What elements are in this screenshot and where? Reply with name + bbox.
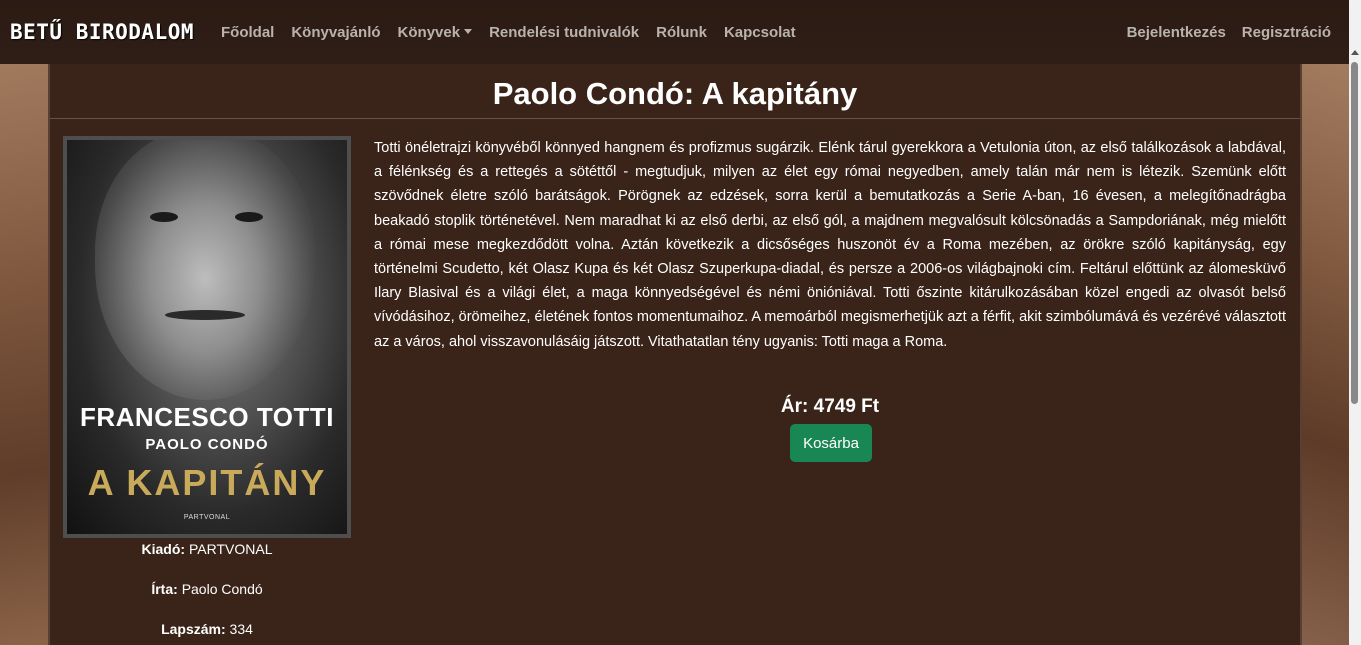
title-divider: [50, 118, 1300, 119]
price-label: Ár:: [780, 396, 809, 417]
book-detail-card: Paolo Condó: A kapitány FRANCESCO TOTTI …: [48, 64, 1302, 645]
page-title: Paolo Condó: A kapitány: [492, 76, 858, 111]
top-navbar: BETŰ BIRODALOM Főoldal Könyvajánló Könyv…: [0, 0, 1349, 64]
nav-right-menu: Bejelentkezés Regisztráció: [1111, 24, 1331, 41]
nav-item-books-dropdown[interactable]: Könyvek: [398, 24, 473, 41]
book-cover-image: FRANCESCO TOTTI PAOLO CONDÓ A KAPITÁNY P…: [63, 136, 351, 538]
cover-portrait-eye-left: [150, 212, 178, 222]
cover-title-text: A KAPITÁNY: [87, 462, 327, 503]
book-description: Totti önéletrajzi könyvéből könnyed hang…: [374, 140, 1286, 350]
scrollbar-thumb[interactable]: [1351, 62, 1358, 404]
book-price: Ár: 4749 Ft: [374, 396, 1286, 418]
nav-item-recommendations[interactable]: Könyvajánló: [291, 24, 380, 41]
meta-author-label: Írta:: [151, 581, 178, 597]
cover-publisher-text: PARTVONAL: [183, 514, 231, 521]
background-facet-left: [0, 64, 48, 645]
nav-item-login[interactable]: Bejelentkezés: [1127, 24, 1226, 41]
brand-logo[interactable]: BETŰ BIRODALOM: [10, 20, 194, 44]
scroll-up-arrow-icon[interactable]: [1351, 50, 1359, 55]
nav-left-menu: Főoldal Könyvajánló Könyvek Rendelési tu…: [221, 24, 813, 41]
background-facet-right: [1299, 64, 1351, 645]
cover-portrait-eye-right: [235, 212, 263, 222]
meta-pages-label: Lapszám:: [161, 621, 226, 637]
meta-pages-value: 334: [229, 621, 253, 637]
nav-item-books-label: Könyvek: [397, 23, 461, 41]
chevron-down-icon: [464, 28, 473, 34]
add-to-cart-button[interactable]: Kosárba: [790, 424, 872, 462]
cover-portrait-mouth: [165, 310, 245, 320]
meta-pages: Lapszám: 334: [63, 621, 351, 637]
page-scrollbar[interactable]: [1349, 0, 1361, 645]
meta-publisher: Kiadó: PARTVONAL: [63, 541, 351, 557]
cover-portrait: [95, 140, 315, 400]
meta-author-value: Paolo Condó: [181, 581, 263, 597]
nav-item-contact[interactable]: Kapcsolat: [724, 24, 796, 41]
price-value: 4749 Ft: [813, 396, 880, 417]
nav-item-register[interactable]: Regisztráció: [1242, 24, 1331, 41]
meta-author: Írta: Paolo Condó: [63, 581, 351, 597]
meta-publisher-label: Kiadó:: [141, 541, 186, 557]
cover-coauthor-text: PAOLO CONDÓ: [145, 436, 269, 453]
nav-item-home[interactable]: Főoldal: [221, 24, 274, 41]
cover-author-text: FRANCESCO TOTTI: [79, 402, 335, 432]
meta-publisher-value: PARTVONAL: [188, 541, 273, 557]
nav-item-ordering-info[interactable]: Rendelési tudnivalók: [489, 24, 639, 41]
nav-item-about[interactable]: Rólunk: [656, 24, 707, 41]
